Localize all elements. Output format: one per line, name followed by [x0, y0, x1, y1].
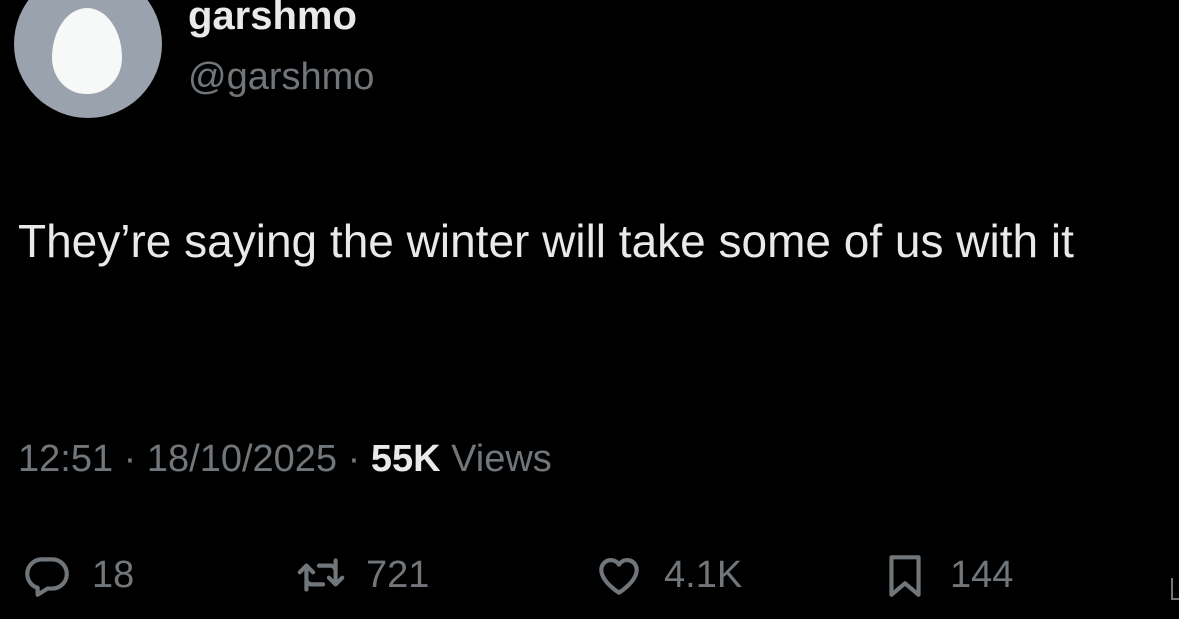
reply-bubble-icon	[25, 557, 69, 597]
like-count: 4.1K	[664, 553, 743, 596]
author-display-name[interactable]: garshmo	[188, 0, 357, 39]
avatar[interactable]	[14, 0, 162, 118]
views-label: Views	[451, 438, 552, 480]
author-handle[interactable]: @garshmo	[188, 56, 374, 99]
share-icon[interactable]	[1171, 578, 1179, 600]
tweet-actions-bar: 18 721 4.1K 144	[0, 540, 1179, 610]
meta-separator: ·	[347, 438, 361, 480]
default-egg-avatar-icon	[52, 8, 122, 94]
tweet-card: garshmo @garshmo They’re saying the wint…	[0, 0, 1179, 619]
like-button[interactable]: 4.1K	[594, 540, 742, 610]
retweet-count: 721	[366, 553, 430, 596]
reply-count: 18	[92, 553, 135, 596]
reply-button[interactable]: 18	[22, 540, 134, 610]
bookmark-button[interactable]: 144	[880, 540, 1013, 610]
tweet-time[interactable]: 12:51	[18, 438, 113, 480]
meta-separator: ·	[123, 438, 137, 480]
heart-icon	[599, 558, 639, 595]
retweet-icon	[297, 558, 345, 592]
bookmark-count: 144	[950, 553, 1014, 596]
bookmark-icon	[889, 555, 921, 597]
tweet-date[interactable]: 18/10/2025	[147, 438, 337, 480]
tweet-text: They’re saying the winter will take some…	[18, 215, 1074, 267]
views-count: 55K	[370, 438, 441, 480]
retweet-button[interactable]: 721	[296, 540, 429, 610]
tweet-meta: 12:51 · 18/10/2025 · 55K Views	[18, 438, 552, 481]
